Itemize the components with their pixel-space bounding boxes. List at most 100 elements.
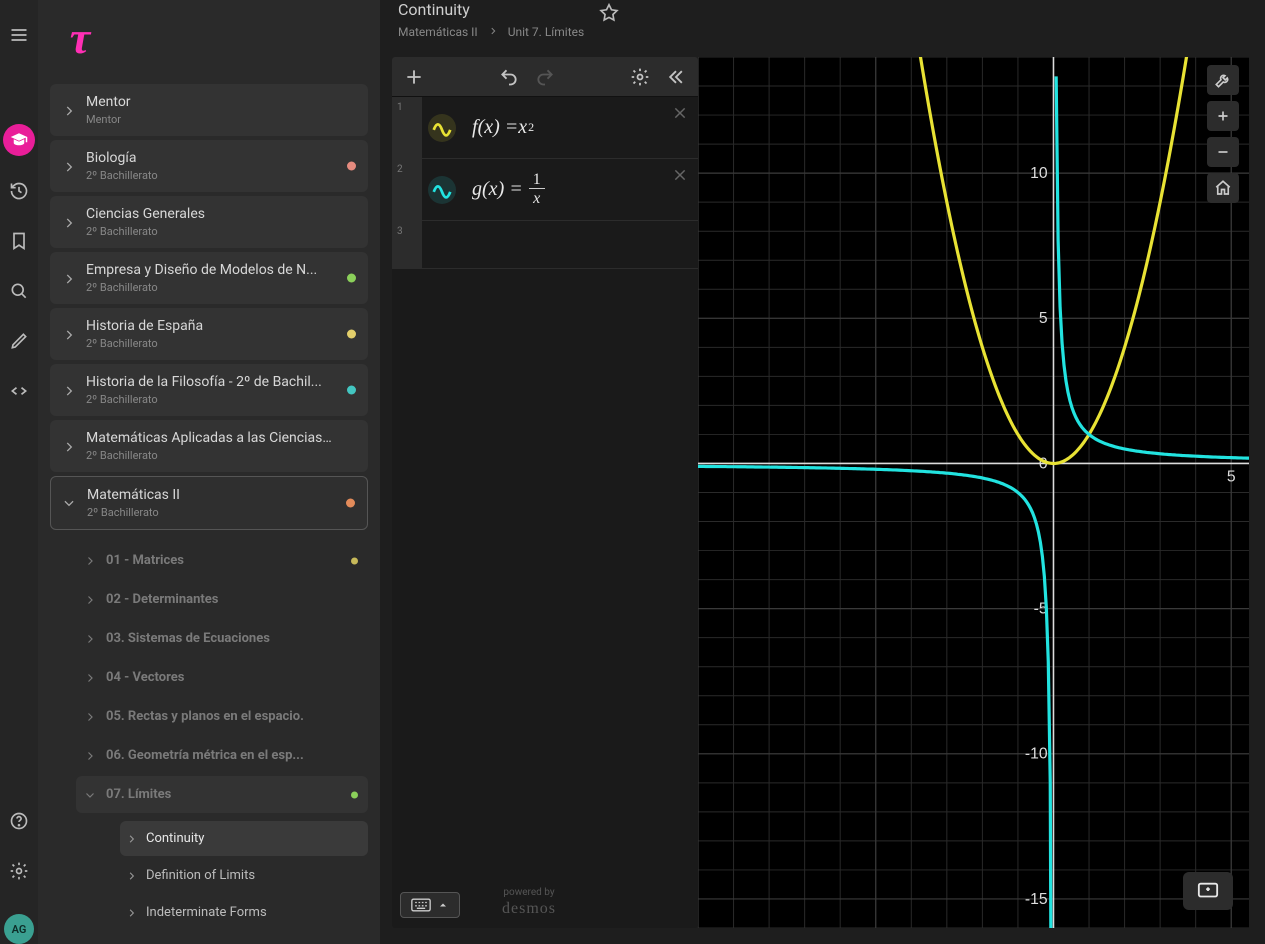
course-subtitle: 2º Bachillerato (86, 169, 354, 182)
graduation-cap-icon[interactable] (3, 124, 35, 156)
expression-input[interactable]: g(x) = 1x (462, 159, 698, 220)
collapse-panel-icon[interactable] (664, 65, 688, 89)
lesson-item[interactable]: Continuity (120, 821, 368, 856)
chevron-right-icon (126, 833, 137, 844)
breadcrumb: Matemáticas II Unit 7. Límites (398, 25, 584, 39)
graph-settings-icon[interactable] (628, 65, 652, 89)
unit-title: 04 - Vectores (106, 670, 354, 685)
chevron-right-icon (84, 672, 96, 684)
lesson-title: Indeterminate Forms (146, 905, 267, 920)
add-expression-button[interactable] (402, 65, 426, 89)
course-item[interactable]: Matemáticas Aplicadas a las Ciencias S..… (50, 420, 368, 472)
expression-list: 1 f(x) = x2 2 g(x) = 1x3 (392, 97, 698, 928)
course-title: Matemáticas Aplicadas a las Ciencias S..… (86, 430, 354, 446)
settings-icon[interactable] (4, 856, 34, 886)
lesson-item[interactable]: Definition of Limits (120, 858, 368, 893)
chevron-right-icon (126, 870, 137, 881)
breadcrumb-course[interactable]: Matemáticas II (398, 25, 478, 39)
status-dot (347, 386, 356, 395)
history-icon[interactable] (4, 176, 34, 206)
page-title: Continuity (398, 0, 584, 19)
help-icon[interactable] (4, 806, 34, 836)
code-icon[interactable] (4, 376, 34, 406)
chevron-right-icon (84, 633, 96, 645)
sidebar: τ MentorMentorBiología2º BachilleratoCie… (38, 0, 380, 944)
unit-title: 06. Geometría métrica en el esp... (106, 748, 354, 763)
expression-index: 1 (392, 97, 422, 158)
unit-item[interactable]: 06. Geometría métrica en el esp... (76, 737, 368, 774)
course-item[interactable]: MentorMentor (50, 84, 368, 136)
expression-row[interactable]: 3 (392, 221, 698, 269)
unit-item[interactable]: 03. Sistemas de Ecuaciones (76, 620, 368, 657)
icon-rail: AG (0, 0, 38, 944)
expression-row[interactable]: 2 g(x) = 1x (392, 159, 698, 221)
pencil-icon[interactable] (4, 326, 34, 356)
course-item[interactable]: Historia de la Filosofía - 2º de Bachil.… (50, 364, 368, 416)
home-icon[interactable] (1207, 173, 1239, 203)
unit-item[interactable]: 07. Límites (76, 776, 368, 813)
avatar[interactable]: AG (4, 914, 34, 944)
lesson-title: Continuity (146, 831, 204, 846)
series-color-icon[interactable] (422, 159, 462, 220)
status-dot (351, 791, 358, 798)
chevron-right-icon (62, 327, 76, 341)
status-dot (347, 274, 356, 283)
svg-text:5: 5 (1227, 468, 1236, 485)
course-subtitle: 2º Bachillerato (86, 281, 354, 294)
chevron-right-icon (62, 215, 76, 229)
undo-icon[interactable] (497, 65, 521, 89)
bookmark-icon[interactable] (4, 226, 34, 256)
course-subtitle: 2º Bachillerato (86, 449, 354, 462)
unit-title: 05. Rectas y planos en el espacio. (106, 709, 354, 724)
course-title: Empresa y Diseño de Modelos de N... (86, 262, 354, 278)
breadcrumb-unit[interactable]: Unit 7. Límites (508, 25, 584, 39)
present-button[interactable] (1183, 872, 1233, 910)
wrench-icon[interactable] (1207, 65, 1239, 95)
unit-item[interactable]: 05. Rectas y planos en el espacio. (76, 698, 368, 735)
expression-row[interactable]: 1 f(x) = x2 (392, 97, 698, 159)
unit-item[interactable]: 04 - Vectores (76, 659, 368, 696)
redo-icon (533, 65, 557, 89)
app-logo[interactable]: τ (56, 14, 104, 62)
course-subtitle: 2º Bachillerato (86, 337, 354, 350)
expression-index: 2 (392, 159, 422, 220)
keyboard-toggle[interactable] (400, 892, 460, 918)
close-icon[interactable] (672, 105, 690, 123)
series-color-icon[interactable] (422, 97, 462, 158)
zoom-in-icon[interactable] (1207, 101, 1239, 131)
zoom-out-icon[interactable] (1207, 137, 1239, 167)
course-item[interactable]: Matemáticas II2º Bachillerato (50, 476, 368, 530)
course-title: Matemáticas II (87, 487, 353, 503)
status-dot (351, 557, 358, 564)
unit-title: 03. Sistemas de Ecuaciones (106, 631, 354, 646)
course-title: Historia de la Filosofía - 2º de Bachil.… (86, 374, 354, 390)
expression-input[interactable]: f(x) = x2 (462, 97, 698, 158)
course-item[interactable]: Biología2º Bachillerato (50, 140, 368, 192)
course-item[interactable]: Empresa y Diseño de Modelos de N... 2º Ba… (50, 252, 368, 304)
search-icon[interactable] (4, 276, 34, 306)
chevron-right-icon (488, 25, 498, 39)
course-item[interactable]: Ciencias Generales2º Bachillerato (50, 196, 368, 248)
course-subtitle: Mentor (86, 113, 354, 126)
unit-item[interactable]: 02 - Determinantes (76, 581, 368, 618)
course-title: Ciencias Generales (86, 206, 354, 222)
svg-text:10: 10 (1030, 165, 1048, 182)
chart-canvas[interactable]: -15-10-505105 (698, 57, 1249, 928)
chevron-right-icon (63, 496, 77, 510)
star-icon[interactable] (598, 2, 620, 24)
chevron-right-icon (84, 711, 96, 723)
expression-toolbar (392, 57, 698, 97)
expression-input[interactable] (462, 221, 698, 268)
powered-by-label: powered by desmos (502, 887, 556, 918)
chevron-right-icon (62, 271, 76, 285)
chevron-right-icon (84, 555, 96, 567)
hamburger-icon[interactable] (4, 20, 34, 50)
close-icon[interactable] (672, 167, 690, 185)
graph-panel[interactable]: -15-10-505105 (698, 57, 1249, 928)
chevron-right-icon (84, 750, 96, 762)
chevron-right-icon (84, 594, 96, 606)
course-item[interactable]: Historia de España2º Bachillerato (50, 308, 368, 360)
lesson-item[interactable]: Indeterminate Forms (120, 895, 368, 930)
unit-item[interactable]: 01 - Matrices (76, 542, 368, 579)
page-header: Continuity Matemáticas II Unit 7. Límite… (380, 0, 1265, 49)
